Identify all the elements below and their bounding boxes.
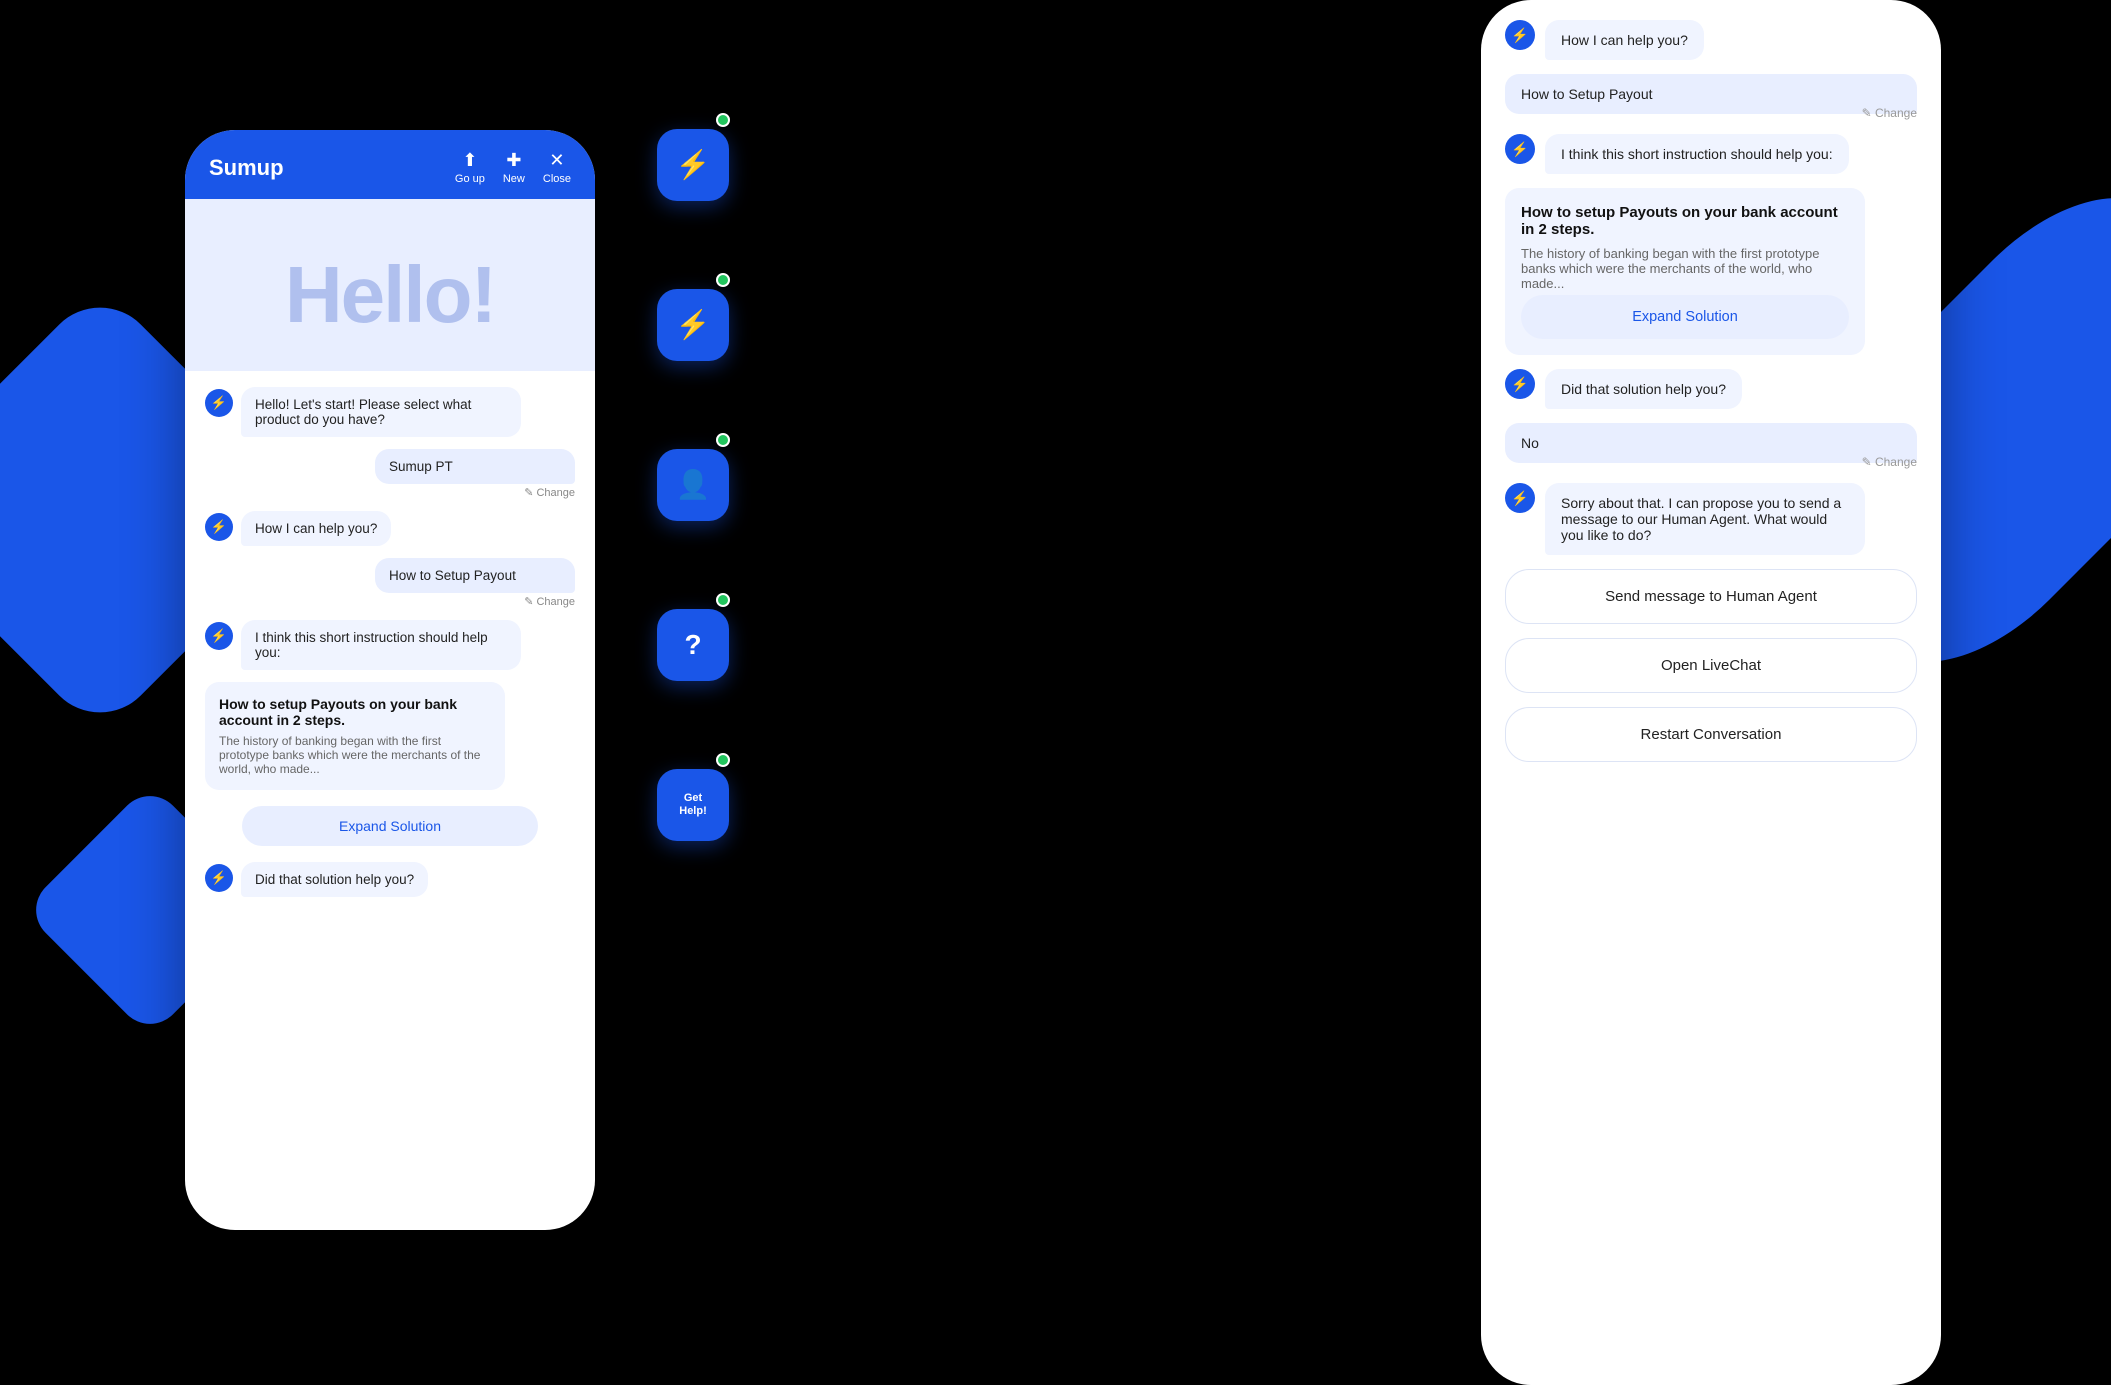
right-bot-bubble-1: How I can help you? [1545, 20, 1704, 60]
user-message-2-group: How to Setup Payout ✎ Change [205, 558, 575, 608]
right-bot-avatar-3: ⚡ [1505, 369, 1535, 399]
right-user-msg-1-group: How to Setup Payout ✎ Change [1505, 74, 1917, 120]
bolt-icon: ⚡ [676, 308, 711, 342]
expand-button-left[interactable]: Expand Solution [242, 806, 538, 846]
phone-title: Sumup [209, 155, 284, 181]
send-human-agent-button[interactable]: Send message to Human Agent [1505, 569, 1917, 624]
change-link-2[interactable]: ✎ Change [205, 595, 575, 608]
header-icons: ⬆ Go up ✚ New ✕ Close [455, 150, 571, 185]
user-bubble-1: Sumup PT [375, 449, 575, 484]
bot-avatar-1: ⚡ [205, 389, 233, 417]
question-icon: ? [684, 628, 701, 662]
right-bot-bubble-4: Sorry about that. I can propose you to s… [1545, 483, 1865, 555]
right-bot-avatar-4: ⚡ [1505, 483, 1535, 513]
go-up-icon: ⬆ [462, 150, 477, 171]
right-msg-1: ⚡ How I can help you? [1505, 20, 1917, 60]
right-bot-avatar-1: ⚡ [1505, 20, 1535, 50]
right-solution-body: The history of banking began with the fi… [1521, 246, 1849, 291]
widget-1-container: ⚡ [648, 85, 738, 245]
message-bot-1: ⚡ Hello! Let's start! Please select what… [205, 387, 575, 437]
right-change-link-2[interactable]: ✎ Change [1505, 455, 1917, 469]
widget-question-button[interactable]: ? [657, 609, 729, 681]
hello-section: Hello! [185, 199, 595, 371]
widget-column: ⚡ ⚡ 👤 ? GetHelp! [648, 85, 748, 885]
left-phone: Sumup ⬆ Go up ✚ New ✕ Close Hello! ⚡ Hel… [185, 130, 595, 1230]
online-dot-4 [716, 593, 730, 607]
online-dot-5 [716, 753, 730, 767]
change-link-1[interactable]: ✎ Change [205, 486, 575, 499]
bot-avatar-2: ⚡ [205, 513, 233, 541]
right-msg-2: ⚡ I think this short instruction should … [1505, 134, 1917, 174]
online-dot-3 [716, 433, 730, 447]
right-change-link-1[interactable]: ✎ Change [1505, 106, 1917, 120]
message-bot-3: ⚡ I think this short instruction should … [205, 620, 575, 670]
right-solution-title: How to setup Payouts on your bank accoun… [1521, 204, 1849, 238]
widget-person-button[interactable]: 👤 [657, 449, 729, 521]
person-icon: 👤 [676, 468, 711, 502]
new-button[interactable]: ✚ New [503, 150, 525, 185]
message-bot-4: ⚡ Did that solution help you? [205, 862, 575, 897]
close-icon: ✕ [549, 150, 564, 171]
new-icon: ✚ [506, 150, 521, 171]
bot-bubble-1: Hello! Let's start! Please select what p… [241, 387, 521, 437]
widget-get-help-button[interactable]: GetHelp! [657, 769, 729, 841]
solution-bubble-left: How to setup Payouts on your bank accoun… [205, 682, 505, 790]
right-chat-body: ⚡ How I can help you? How to Setup Payou… [1481, 0, 1941, 1385]
bot-avatar-4: ⚡ [205, 864, 233, 892]
widget-bolt-button[interactable]: ⚡ [657, 289, 729, 361]
right-bot-avatar-2: ⚡ [1505, 134, 1535, 164]
bot-bubble-4: Did that solution help you? [241, 862, 428, 897]
expand-button-right[interactable]: Expand Solution [1521, 295, 1849, 339]
right-phone: ⚡ How I can help you? How to Setup Payou… [1481, 0, 1941, 1385]
restart-conversation-button[interactable]: Restart Conversation [1505, 707, 1917, 762]
right-msg-4: ⚡ Sorry about that. I can propose you to… [1505, 483, 1917, 555]
user-bubble-2: How to Setup Payout [375, 558, 575, 593]
logo-icon: ⚡ [676, 148, 711, 182]
right-user-msg-2-group: No ✎ Change [1505, 423, 1917, 469]
solution-body-left: The history of banking began with the fi… [219, 734, 491, 776]
open-livechat-button[interactable]: Open LiveChat [1505, 638, 1917, 693]
widget-3-container: 👤 [648, 405, 738, 565]
widget-2-container: ⚡ [648, 245, 738, 405]
phone-header: Sumup ⬆ Go up ✚ New ✕ Close [185, 130, 595, 199]
bot-bubble-2: How I can help you? [241, 511, 391, 546]
online-dot-2 [716, 273, 730, 287]
bot-bubble-3: I think this short instruction should he… [241, 620, 521, 670]
get-help-label: GetHelp! [679, 792, 707, 818]
widget-5-container: GetHelp! [648, 725, 738, 885]
solution-title-left: How to setup Payouts on your bank accoun… [219, 696, 491, 728]
right-bot-bubble-2: I think this short instruction should he… [1545, 134, 1849, 174]
widget-4-container: ? [648, 565, 738, 725]
online-dot-1 [716, 113, 730, 127]
right-solution-bubble: How to setup Payouts on your bank accoun… [1505, 188, 1865, 355]
bot-avatar-3: ⚡ [205, 622, 233, 650]
go-up-button[interactable]: ⬆ Go up [455, 150, 485, 185]
user-message-1-group: Sumup PT ✎ Change [205, 449, 575, 499]
message-bot-2: ⚡ How I can help you? [205, 511, 575, 546]
hello-text: Hello! [205, 249, 575, 341]
right-msg-3: ⚡ Did that solution help you? [1505, 369, 1917, 409]
left-chat-body: ⚡ Hello! Let's start! Please select what… [185, 371, 595, 913]
right-bot-bubble-3: Did that solution help you? [1545, 369, 1742, 409]
widget-logo-button[interactable]: ⚡ [657, 129, 729, 201]
close-button[interactable]: ✕ Close [543, 150, 571, 185]
